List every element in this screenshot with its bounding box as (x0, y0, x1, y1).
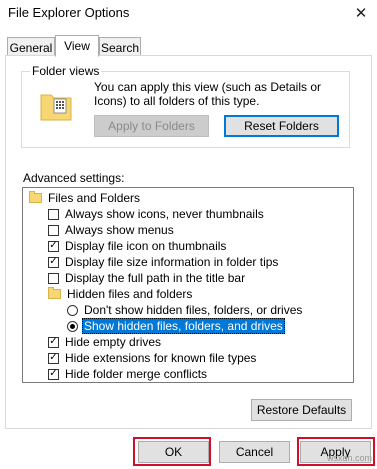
tree-item-label: Always show icons, never thumbnails (65, 207, 264, 221)
checkbox-unchecked[interactable] (48, 224, 59, 236)
tree-item-label: Hide folder merge conflicts (65, 367, 208, 381)
radio-selected[interactable] (67, 320, 78, 332)
setting-display-file-size[interactable]: ✓ Display file size information in folde… (48, 254, 278, 270)
reset-folders-button[interactable]: Reset Folders (224, 115, 339, 137)
checkbox-checked[interactable]: ✓ (48, 368, 59, 380)
close-icon: ✕ (354, 5, 368, 22)
setting-dont-show-hidden[interactable]: Don't show hidden files, folders, or dri… (67, 302, 302, 318)
cancel-button[interactable]: Cancel (219, 441, 290, 463)
checkbox-unchecked[interactable] (48, 272, 59, 284)
ok-label: OK (164, 445, 183, 459)
tree-item-label: Always show menus (65, 223, 174, 237)
tree-item-label: Display the full path in the title bar (65, 271, 246, 285)
watermark: wsxdn.com (327, 453, 373, 463)
folder-views-label: Folder views (30, 64, 102, 78)
tree-item-label: Hide empty drives (65, 335, 162, 349)
apply-to-folders-label: Apply to Folders (108, 119, 195, 133)
folder-icon (29, 191, 42, 203)
close-button[interactable]: ✕ (347, 1, 375, 25)
checkbox-checked[interactable]: ✓ (48, 336, 59, 348)
setting-always-show-menus[interactable]: Always show menus (48, 222, 174, 238)
restore-defaults-label: Restore Defaults (256, 403, 347, 417)
tree-item-label: Hidden files and folders (67, 287, 193, 301)
ok-button[interactable]: OK (138, 441, 209, 463)
reset-folders-label: Reset Folders (244, 119, 319, 133)
advanced-settings-tree[interactable]: Files and Folders Always show icons, nev… (22, 187, 354, 383)
checkbox-unchecked[interactable] (48, 208, 59, 220)
tree-folder-files-and-folders: Files and Folders (29, 190, 140, 206)
folder-views-icon (40, 94, 72, 121)
tab-general[interactable]: General (7, 37, 55, 57)
tab-view-label: View (64, 39, 90, 53)
radio-unselected[interactable] (67, 304, 78, 316)
tab-search[interactable]: Search (99, 37, 141, 57)
tree-item-label-selected: Show hidden files, folders, and drives (82, 318, 285, 334)
checkbox-checked[interactable]: ✓ (48, 256, 59, 268)
cancel-label: Cancel (235, 445, 274, 459)
tree-item-label: Hide extensions for known file types (65, 351, 257, 365)
setting-always-show-icons[interactable]: Always show icons, never thumbnails (48, 206, 264, 222)
setting-hide-empty-drives[interactable]: ✓ Hide empty drives (48, 334, 161, 350)
setting-hide-extensions[interactable]: ✓ Hide extensions for known file types (48, 350, 256, 366)
checkbox-checked[interactable]: ✓ (48, 352, 59, 364)
apply-to-folders-button: Apply to Folders (94, 115, 209, 137)
setting-show-hidden[interactable]: Show hidden files, folders, and drives (67, 318, 285, 334)
tab-search-label: Search (100, 40, 140, 55)
tree-item-label: Don't show hidden files, folders, or dri… (84, 303, 303, 317)
tab-view[interactable]: View (55, 35, 99, 57)
tree-item-label: Files and Folders (48, 191, 141, 205)
tab-general-label: General (9, 40, 53, 55)
setting-display-file-icon[interactable]: ✓ Display file icon on thumbnails (48, 238, 226, 254)
title-bar: File Explorer Options ✕ (0, 0, 377, 28)
restore-defaults-button[interactable]: Restore Defaults (251, 399, 352, 421)
advanced-settings-label: Advanced settings: (23, 171, 125, 185)
tree-item-label: Display file icon on thumbnails (65, 239, 227, 253)
tree-folder-hidden-files: Hidden files and folders (48, 286, 192, 302)
checkbox-checked[interactable]: ✓ (48, 240, 59, 252)
radio-dot (70, 323, 75, 329)
setting-display-full-path[interactable]: Display the full path in the title bar (48, 270, 245, 286)
folder-views-description: You can apply this view (such as Details… (94, 80, 322, 108)
window-title: File Explorer Options (8, 5, 130, 20)
setting-hide-merge-conflicts[interactable]: ✓ Hide folder merge conflicts (48, 366, 207, 382)
tree-item-label: Display file size information in folder … (65, 255, 279, 269)
folder-icon (48, 287, 61, 299)
